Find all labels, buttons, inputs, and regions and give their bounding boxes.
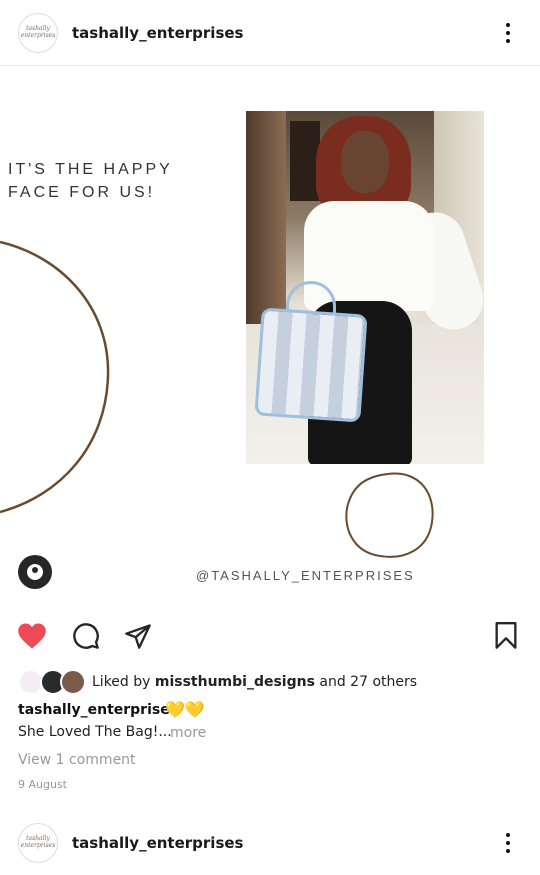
caption-text: She Loved The Bag!... <box>18 724 172 740</box>
avatar-logo-text: tashally enterprises <box>20 835 56 849</box>
next-post-header: tashally enterprises tashally_enterprise… <box>0 810 540 875</box>
model-photo <box>246 111 484 464</box>
avatar-logo-text: tashally enterprises <box>20 24 56 39</box>
liker-username[interactable]: missthumbi_designs <box>155 674 315 690</box>
post-date: 9 August <box>18 778 67 791</box>
post-image[interactable]: IT'S THE HAPPY FACE FOR US! @TASHALLY_EN… <box>0 66 540 606</box>
likes-row[interactable]: Liked by missthumbi_designs and 27 other… <box>18 668 538 696</box>
bookmark-icon[interactable] <box>490 620 522 652</box>
likes-text: Liked by missthumbi_designs and 27 other… <box>92 674 417 690</box>
liker-avatars <box>18 669 88 695</box>
post-header: tashally enterprises tashally_enterprise… <box>0 0 540 66</box>
caption-more-link[interactable]: more <box>170 725 206 741</box>
image-handle-text: @TASHALLY_ENTERPRISES <box>196 568 415 583</box>
view-comments-link[interactable]: View 1 comment <box>18 752 136 768</box>
avatar[interactable]: tashally enterprises <box>18 823 58 863</box>
likes-prefix: Liked by <box>92 674 155 690</box>
comment-icon[interactable] <box>70 620 102 652</box>
kebab-menu-icon[interactable] <box>500 21 516 45</box>
post-username[interactable]: tashally_enterprises <box>72 834 243 852</box>
caption-emoji: 💛💛 <box>165 700 205 719</box>
image-quote-text: IT'S THE HAPPY FACE FOR US! <box>8 161 173 201</box>
liker-avatar <box>60 669 86 695</box>
post-username[interactable]: tashally_enterprises <box>72 24 243 42</box>
user-tag-icon[interactable] <box>18 555 52 589</box>
share-icon[interactable] <box>122 620 154 652</box>
caption-username[interactable]: tashally_enterprises <box>18 702 178 718</box>
avatar[interactable]: tashally enterprises <box>18 12 58 53</box>
likes-suffix[interactable]: and 27 others <box>315 674 417 690</box>
post-actions <box>0 612 540 660</box>
tote-bag <box>254 307 368 423</box>
kebab-menu-icon[interactable] <box>500 831 516 855</box>
heart-icon[interactable] <box>16 620 48 652</box>
